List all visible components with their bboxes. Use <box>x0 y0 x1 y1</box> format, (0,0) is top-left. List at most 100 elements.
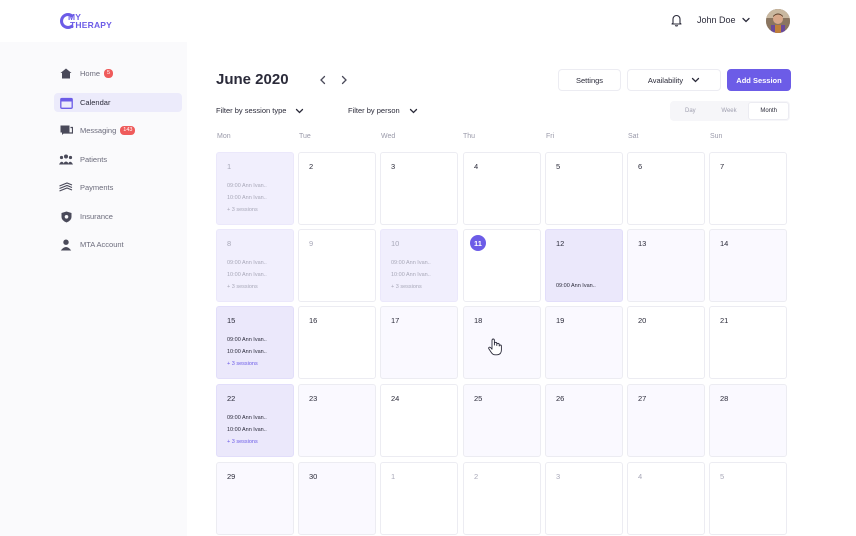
session-entry[interactable]: 10:00 Ann Ivan.. <box>227 272 267 278</box>
calendar-day-cell[interactable]: 29 <box>216 462 294 535</box>
more-sessions-link[interactable]: + 3 sessions <box>227 439 258 445</box>
chevron-left-icon[interactable] <box>318 74 328 86</box>
chevron-down-icon <box>691 77 700 83</box>
sidebar-item-label: Messaging <box>80 126 117 135</box>
day-number: 16 <box>309 316 318 325</box>
weekday-label: Sat <box>628 133 639 140</box>
day-number: 4 <box>474 162 479 171</box>
day-number: 4 <box>638 472 643 481</box>
day-number: 22 <box>227 394 236 403</box>
calendar-day-cell[interactable]: 12 09:00 Ann Ivan.. <box>545 229 623 302</box>
session-entry[interactable]: 09:00 Ann Ivan.. <box>227 415 267 421</box>
calendar-day-cell[interactable]: 17 <box>380 306 458 379</box>
calendar-day-cell[interactable]: 20 <box>627 306 705 379</box>
hand-cursor-icon <box>488 338 502 356</box>
calendar-day-cell[interactable]: 6 <box>627 152 705 225</box>
person-filter[interactable]: Filter by person <box>348 106 418 115</box>
more-sessions-link[interactable]: + 3 sessions <box>391 284 422 290</box>
calendar-day-cell[interactable]: 11 <box>463 229 541 302</box>
logo[interactable]: MY THERAPY <box>60 12 120 32</box>
day-number: 6 <box>638 162 643 171</box>
sidebar-item-label: Insurance <box>80 212 113 221</box>
calendar-day-cell[interactable]: 19 <box>545 306 623 379</box>
day-number: 18 <box>474 316 483 325</box>
sidebar-item-label: MTA Account <box>80 240 124 249</box>
calendar-day-cell[interactable]: 27 <box>627 384 705 457</box>
patients-icon <box>59 154 73 166</box>
calendar-day-cell[interactable]: 8 09:00 Ann Ivan.. 10:00 Ann Ivan.. + 3 ses… <box>216 229 294 302</box>
calendar-day-cell[interactable]: 7 <box>709 152 787 225</box>
calendar-day-cell[interactable]: 13 <box>627 229 705 302</box>
session-entry[interactable]: 10:00 Ann Ivan.. <box>227 349 267 355</box>
sidebar-item-patients[interactable]: Patients <box>54 150 182 169</box>
calendar-day-cell[interactable]: 21 <box>709 306 787 379</box>
calendar-day-cell[interactable]: 4 <box>627 462 705 535</box>
day-number: 2 <box>474 472 479 481</box>
day-number: 15 <box>227 316 236 325</box>
availability-dropdown[interactable]: Availability <box>627 69 721 91</box>
calendar-day-cell[interactable]: 24 <box>380 384 458 457</box>
session-entry[interactable]: 09:00 Ann Ivan.. <box>227 337 267 343</box>
day-number: 13 <box>638 239 647 248</box>
calendar-day-cell[interactable]: 1 09:00 Ann Ivan.. 10:00 Ann Ivan.. + 3 ses… <box>216 152 294 225</box>
sidebar-item-home[interactable]: Home 5 <box>54 64 182 83</box>
calendar-day-cell[interactable]: 5 <box>709 462 787 535</box>
session-type-filter[interactable]: Filter by session type <box>216 106 304 115</box>
settings-button[interactable]: Settings <box>558 69 621 91</box>
session-entry[interactable]: 09:00 Ann Ivan.. <box>391 260 431 266</box>
calendar-day-cell[interactable]: 3 <box>545 462 623 535</box>
calendar-day-cell[interactable]: 22 09:00 Ann Ivan.. 10:00 Ann Ivan.. + 3 se… <box>216 384 294 457</box>
calendar-day-cell[interactable]: 10 09:00 Ann Ivan.. 10:00 Ann Ivan.. + 3 se… <box>380 229 458 302</box>
calendar-day-cell[interactable]: 25 <box>463 384 541 457</box>
calendar-day-cell[interactable]: 30 <box>298 462 376 535</box>
calendar-day-cell[interactable]: 1 <box>380 462 458 535</box>
bell-icon[interactable] <box>670 13 683 27</box>
sidebar-item-insurance[interactable]: Insurance <box>54 207 182 226</box>
weekday-label: Fri <box>546 133 555 140</box>
avatar[interactable] <box>766 9 790 33</box>
calendar-day-cell[interactable]: 28 <box>709 384 787 457</box>
sidebar-item-calendar[interactable]: Calendar <box>54 93 182 112</box>
calendar-day-cell[interactable]: 4 <box>463 152 541 225</box>
calendar-day-cell[interactable]: 9 <box>298 229 376 302</box>
calendar-day-cell[interactable]: 14 <box>709 229 787 302</box>
view-month[interactable]: Month <box>748 102 790 120</box>
calendar-day-cell[interactable]: 2 <box>298 152 376 225</box>
view-week[interactable]: Week <box>710 102 749 120</box>
session-type-filter-label: Filter by session type <box>216 106 287 115</box>
day-number: 2 <box>309 162 314 171</box>
sidebar-item-label: Payments <box>80 183 114 192</box>
chevron-right-icon[interactable] <box>339 74 349 86</box>
today-marker: 11 <box>470 235 486 251</box>
calendar-day-cell[interactable]: 23 <box>298 384 376 457</box>
day-number: 12 <box>556 239 565 248</box>
day-number: 25 <box>474 394 483 403</box>
more-sessions-link[interactable]: + 3 sessions <box>227 284 258 290</box>
add-session-button[interactable]: Add Session <box>727 69 791 91</box>
session-entry[interactable]: 10:00 Ann Ivan.. <box>391 272 431 278</box>
user-name[interactable]: John Doe <box>697 15 736 25</box>
calendar-day-cell[interactable]: 16 <box>298 306 376 379</box>
chevron-down-icon <box>409 108 417 113</box>
session-entry[interactable]: 09:00 Ann Ivan.. <box>227 183 267 189</box>
view-day[interactable]: Day <box>671 102 710 120</box>
calendar-day-cell[interactable]: 5 <box>545 152 623 225</box>
more-sessions-link[interactable]: + 3 sessions <box>227 207 258 213</box>
session-entry[interactable]: 09:00 Ann Ivan.. <box>556 283 596 289</box>
calendar-day-cell[interactable]: 26 <box>545 384 623 457</box>
more-sessions-link[interactable]: + 3 sessions <box>227 361 258 367</box>
view-toggle: Day Week Month <box>670 101 790 121</box>
home-icon <box>59 68 73 80</box>
session-entry[interactable]: 10:00 Ann Ivan.. <box>227 195 267 201</box>
session-entry[interactable]: 10:00 Ann Ivan.. <box>227 427 267 433</box>
calendar-day-cell[interactable]: 15 09:00 Ann Ivan.. 10:00 Ann Ivan.. + 3 se… <box>216 306 294 379</box>
sidebar <box>0 42 187 536</box>
calendar-day-cell[interactable]: 3 <box>380 152 458 225</box>
chevron-down-icon[interactable] <box>741 15 751 25</box>
sidebar-item-mta-account[interactable]: MTA Account <box>54 235 182 254</box>
session-entry[interactable]: 09:00 Ann Ivan.. <box>227 260 267 266</box>
sidebar-item-messaging[interactable]: Messaging 143 <box>54 121 182 140</box>
sidebar-item-payments[interactable]: Payments <box>54 178 182 197</box>
logo-text-line2: THERAPY <box>70 20 113 30</box>
calendar-day-cell[interactable]: 2 <box>463 462 541 535</box>
